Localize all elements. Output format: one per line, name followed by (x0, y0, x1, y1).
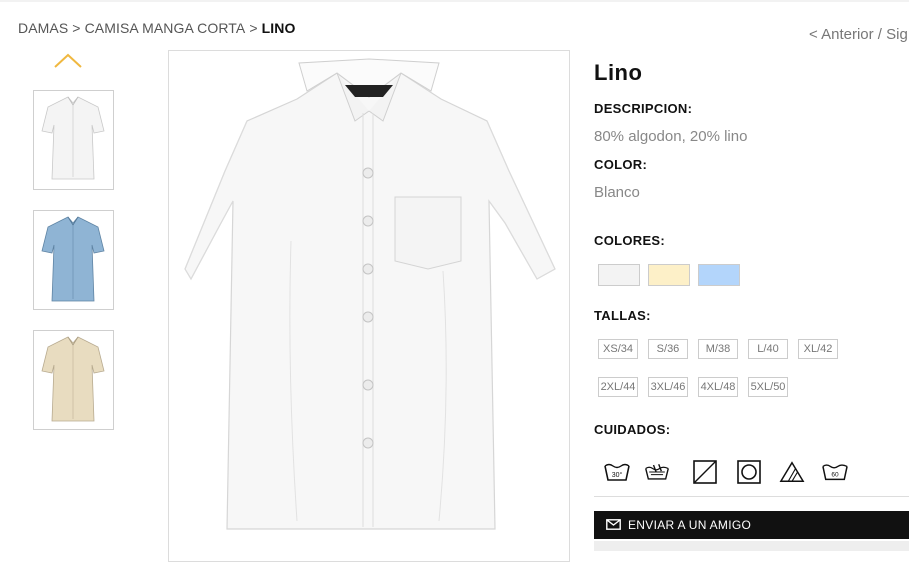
colors-label: COLORES: (594, 233, 666, 248)
breadcrumb-current: LINO (261, 20, 296, 36)
color-value: Blanco (594, 184, 640, 201)
color-swatch-cream[interactable] (648, 264, 690, 286)
wash-temperature-label: 60 (831, 472, 839, 479)
size-option[interactable]: L/40 (748, 339, 788, 359)
divider (594, 496, 909, 497)
size-option[interactable]: 5XL/50 (748, 377, 788, 397)
breadcrumb: DAMAS > CAMISA MANGA CORTA > LINO (18, 20, 295, 36)
size-option[interactable]: XL/42 (798, 339, 838, 359)
size-option[interactable]: 4XL/48 (698, 377, 738, 397)
shirt-thumbnail-image (41, 336, 105, 422)
hand-wash-icon (645, 463, 669, 480)
chevron-up-icon[interactable] (53, 52, 83, 70)
size-option[interactable]: M/38 (698, 339, 738, 359)
product-title: Lino (594, 60, 643, 85)
send-to-friend-label: ENVIAR A UN AMIGO (628, 518, 752, 532)
bottom-strip (594, 541, 909, 551)
product-main-image (168, 50, 570, 562)
color-label: COLOR: (594, 157, 648, 172)
description-value: 80% algodon, 20% lino (594, 128, 748, 145)
size-option[interactable]: XS/34 (598, 339, 638, 359)
mail-icon (606, 519, 621, 530)
breadcrumb-item-damas[interactable]: DAMAS (18, 20, 68, 36)
sizes-label: TALLAS: (594, 308, 651, 323)
top-border (0, 0, 909, 2)
prev-next-pager[interactable]: < Anterior / Sig (809, 26, 908, 43)
wash-temperature-label: 30° (612, 471, 623, 479)
wash-30-icon: 30° (604, 463, 630, 481)
size-option[interactable]: 3XL/46 (648, 377, 688, 397)
thumbnail-beige-shirt[interactable] (33, 330, 114, 430)
size-option[interactable]: S/36 (648, 339, 688, 359)
tumble-dry-icon (737, 460, 761, 484)
breadcrumb-separator: > (72, 20, 81, 36)
drip-dry-icon (693, 460, 717, 484)
white-shirt-image (184, 58, 556, 530)
thumbnail-white-shirt[interactable] (33, 90, 114, 190)
wash-60-icon: 60 (822, 464, 848, 481)
color-swatch-blue[interactable] (698, 264, 740, 286)
size-option[interactable]: 2XL/44 (598, 377, 638, 397)
breadcrumb-item-camisa[interactable]: CAMISA MANGA CORTA (85, 20, 246, 36)
thumbnail-blue-shirt[interactable] (33, 210, 114, 310)
shirt-thumbnail-image (41, 216, 105, 302)
send-to-friend-button[interactable]: ENVIAR A UN AMIGO (594, 511, 909, 539)
care-label: CUIDADOS: (594, 422, 671, 437)
color-swatch-white[interactable] (598, 264, 640, 286)
bleach-icon (779, 461, 805, 483)
shirt-thumbnail-image (41, 96, 105, 180)
description-label: DESCRIPCION: (594, 101, 693, 116)
breadcrumb-separator: > (249, 20, 258, 36)
